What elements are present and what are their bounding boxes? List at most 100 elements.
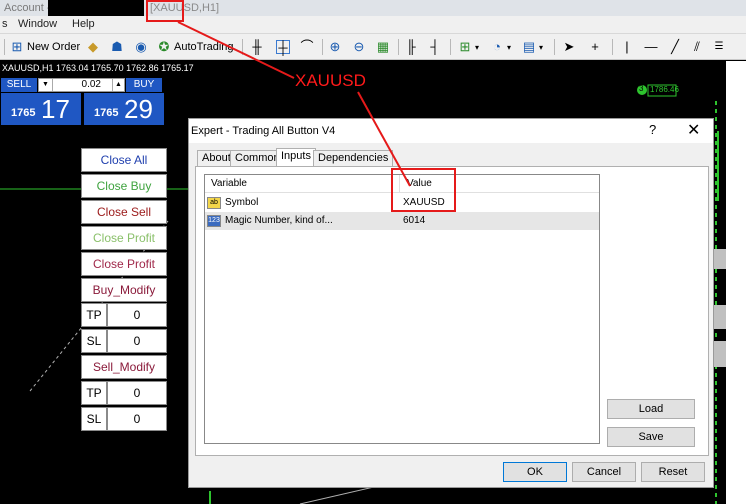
menu-item-tools[interactable]: s	[2, 18, 8, 30]
chevron-down-icon: ▾	[539, 42, 544, 52]
auto-trading-button[interactable]: ✪ AutoTrading	[157, 37, 234, 57]
sell-sl-label: SL	[81, 407, 107, 431]
trendline-button[interactable]: ╱	[668, 37, 682, 57]
close-profit-buy-button[interactable]: Close Profit Buy	[81, 226, 167, 267]
close-buy-button[interactable]: Close Buy	[81, 174, 167, 198]
community-icon: ☗	[111, 39, 123, 54]
chevron-down-icon: ▾	[475, 42, 480, 52]
zoom-out-button[interactable]: ⊖	[352, 37, 366, 57]
vertical-line-button[interactable]: |	[620, 37, 634, 57]
toolbar-separator	[612, 39, 613, 55]
volume-input[interactable]: ▼ 0.02 ▲	[38, 78, 125, 92]
horizontal-line-button[interactable]: —	[644, 37, 658, 57]
buy-tp-label: TP	[81, 303, 107, 327]
sell-sl-input[interactable]: 0	[107, 407, 167, 431]
line-chart-button[interactable]: ⌒	[300, 37, 314, 57]
vertical-line-icon: |	[625, 39, 629, 54]
cancel-button[interactable]: Cancel	[572, 462, 636, 482]
tile-windows-icon: ▦	[376, 39, 390, 54]
crosshair-icon: +	[591, 39, 599, 54]
toolbar-separator	[554, 39, 555, 55]
input-row-magic-number[interactable]: 123 Magic Number, kind of... 6014	[205, 212, 599, 230]
sell-button[interactable]: SELL	[1, 78, 37, 92]
auto-trading-icon: ✪	[158, 39, 170, 54]
sell-price-big: 17	[41, 94, 70, 124]
reset-button[interactable]: Reset	[641, 462, 705, 482]
inputs-grid[interactable]: Variable Value ab Symbol XAUUSD 123 Magi…	[204, 174, 600, 444]
volume-value: 0.02	[81, 79, 101, 90]
title-redacted-block	[48, 0, 144, 16]
tab-inputs[interactable]: Inputs	[276, 148, 316, 167]
toolbar-separator	[242, 39, 243, 55]
tab-dependencies[interactable]: Dependencies	[313, 150, 394, 166]
close-sell-button[interactable]: Close Sell	[81, 200, 167, 224]
chevron-down-icon[interactable]: ▼	[39, 79, 53, 91]
load-button[interactable]: Load	[607, 399, 695, 419]
chart-shift-icon: ╟	[406, 39, 416, 54]
chart-price-tag: 1786.46	[650, 85, 679, 94]
toolbar-separator	[322, 39, 323, 55]
new-order-icon: ⊞	[11, 39, 23, 54]
annotation-label: XAUUSD	[295, 71, 366, 90]
auto-trading-label: AutoTrading	[174, 41, 234, 53]
indicators-button[interactable]: ⊞ ▾	[458, 37, 479, 57]
title-account: Account -	[4, 2, 51, 14]
annotation-box-value	[391, 168, 456, 212]
zoom-in-icon: ⊕	[329, 39, 341, 54]
buy-button[interactable]: BUY	[126, 78, 162, 92]
auto-scroll-button[interactable]: ┤	[428, 37, 442, 57]
buy-tp-input[interactable]: 0	[107, 303, 167, 327]
save-button[interactable]: Save	[607, 427, 695, 447]
annotation-box-title	[146, 0, 184, 22]
channel-icon: ⫽	[694, 39, 700, 54]
help-icon[interactable]: ?	[649, 122, 656, 137]
crosshair-button[interactable]: +	[588, 37, 602, 57]
buy-price-box[interactable]: 1765 29	[84, 93, 164, 125]
close-profit-sell-button[interactable]: Close Profit Sell	[81, 252, 167, 293]
trendline-icon: ╱	[671, 39, 679, 54]
toolbar-paste-button[interactable]: ◆	[86, 37, 100, 57]
buy-modify-button[interactable]: Buy_Modify	[81, 278, 167, 302]
tag-icon: ◆	[88, 39, 98, 54]
toolbar-signals-button[interactable]: ◉	[134, 37, 148, 57]
candlestick-icon: ┼	[276, 40, 290, 55]
buy-sl-input[interactable]: 0	[107, 329, 167, 353]
auto-scroll-icon: ┤	[430, 39, 440, 54]
fibonacci-button[interactable]: ☰	[712, 37, 726, 57]
bar-chart-icon: ╫	[252, 39, 262, 54]
templates-button[interactable]: ▤ ▾	[522, 37, 543, 57]
template-icon: ▤	[522, 39, 536, 54]
horizontal-line-icon: —	[644, 39, 658, 54]
dialog-titlebar: Expert - Trading All Button V4 ? ✕	[189, 119, 713, 143]
tile-windows-button[interactable]: ▦	[376, 37, 390, 57]
sell-price-box[interactable]: 1765 17	[1, 93, 81, 125]
window-titlebar: Account - [XAUUSD,H1]	[0, 0, 746, 16]
close-all-button[interactable]: Close All	[81, 148, 167, 172]
new-order-button[interactable]: ⊞ New Order	[10, 37, 81, 57]
cursor-button[interactable]: ➤	[562, 37, 576, 57]
sell-tp-input[interactable]: 0	[107, 381, 167, 405]
menu-item-help[interactable]: Help	[72, 18, 95, 30]
toolbar-community-button[interactable]: ☗	[110, 37, 124, 57]
candlestick-button[interactable]: ┼	[276, 37, 290, 57]
chevron-up-icon[interactable]: ▲	[112, 79, 124, 91]
input-variable-name: Magic Number, kind of...	[225, 215, 333, 226]
clock-icon: ◔	[493, 39, 501, 54]
toolbar-separator	[450, 39, 451, 55]
input-value[interactable]: 6014	[403, 215, 425, 226]
channel-button[interactable]: ⫽	[690, 37, 704, 57]
close-icon[interactable]: ✕	[687, 120, 700, 140]
chart-shift-button[interactable]: ╟	[404, 37, 418, 57]
buy-price-big: 29	[124, 94, 153, 124]
menu-item-window[interactable]: Window	[18, 18, 57, 30]
main-toolbar: ⊞ New Order ◆ ☗ ◉ ✪ AutoTrading ╫ ┼ ⌒ ⊕ …	[0, 34, 746, 60]
periods-button[interactable]: ◔ ▾	[490, 37, 511, 57]
input-variable-name: Symbol	[225, 197, 259, 208]
ok-button[interactable]: OK	[503, 462, 567, 482]
bar-chart-button[interactable]: ╫	[250, 37, 264, 57]
sell-modify-button[interactable]: Sell_Modify	[81, 355, 167, 379]
dialog-title: Expert - Trading All Button V4	[191, 125, 336, 137]
zoom-in-button[interactable]: ⊕	[328, 37, 342, 57]
price-scale-strip	[726, 61, 746, 504]
column-header-variable[interactable]: Variable	[211, 178, 247, 189]
